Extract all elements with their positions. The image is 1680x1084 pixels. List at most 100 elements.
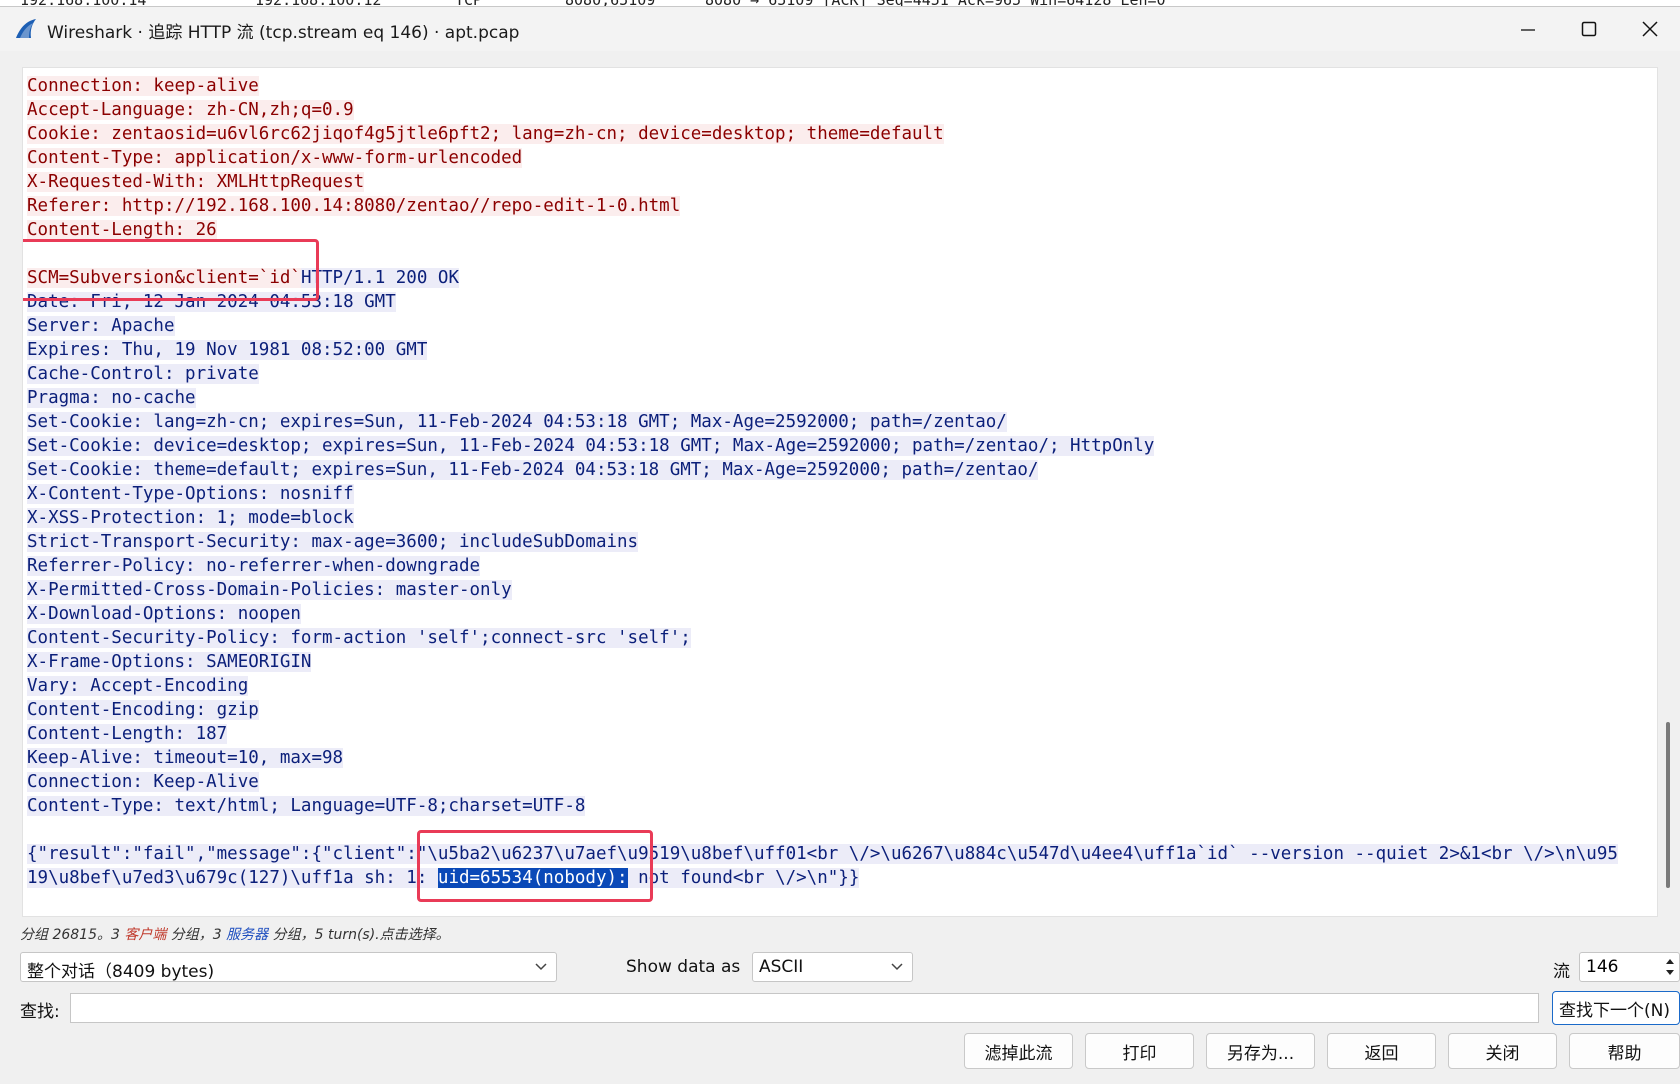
stream-line: X-Frame-Options: SAMEORIGIN — [27, 650, 1618, 674]
client-text: Content-Length: 26 — [27, 220, 217, 240]
save-as-button[interactable]: 另存为... — [1206, 1033, 1315, 1069]
stream-line: Referer: http://192.168.100.14:8080/zent… — [27, 194, 1618, 218]
stream-line: X-Permitted-Cross-Domain-Policies: maste… — [27, 578, 1618, 602]
stream-line: Referrer-Policy: no-referrer-when-downgr… — [27, 554, 1618, 578]
filter-out-stream-button[interactable]: 滤掉此流 — [964, 1033, 1073, 1069]
back-button[interactable]: 返回 — [1327, 1033, 1436, 1069]
stream-line: Cache-Control: private — [27, 362, 1618, 386]
vertical-scrollbar[interactable] — [1666, 722, 1670, 888]
annotation-box-result — [417, 830, 653, 902]
stream-number-spinbox[interactable]: 146 — [1579, 952, 1680, 982]
stream-line: Content-Encoding: gzip — [27, 698, 1618, 722]
close-button[interactable]: 关闭 — [1448, 1033, 1557, 1069]
server-text: X-Download-Options: noopen — [27, 604, 301, 624]
wireshark-fin-icon — [16, 19, 36, 38]
server-text: X-Frame-Options: SAMEORIGIN — [27, 652, 312, 672]
stream-line: X-Requested-With: XMLHttpRequest — [27, 170, 1618, 194]
stream-line: Accept-Language: zh-CN,zh;q=0.9 — [27, 98, 1618, 122]
server-text: Content-Encoding: gzip — [27, 700, 259, 720]
client-packets-link[interactable]: 客户端 — [124, 927, 166, 943]
stream-line: Set-Cookie: lang=zh-cn; expires=Sun, 11-… — [27, 410, 1618, 434]
status-prefix: 分组 26815。3 — [20, 927, 125, 943]
chevron-down-icon — [535, 963, 547, 971]
maximize-button[interactable] — [1559, 7, 1619, 51]
server-text: Content-Type: text/html; Language=UTF-8;… — [27, 796, 586, 816]
server-text: X-Content-Type-Options: nosniff — [27, 484, 354, 504]
stream-line: Content-Length: 187 — [27, 722, 1618, 746]
server-text: X-XSS-Protection: 1; mode=block — [27, 508, 354, 528]
server-text: X-Permitted-Cross-Domain-Policies: maste… — [27, 580, 512, 600]
stream-line: Content-Security-Policy: form-action 'se… — [27, 626, 1618, 650]
stream-content-area[interactable]: Connection: keep-alive Accept-Language: z… — [22, 67, 1658, 917]
stream-text[interactable]: Connection: keep-alive Accept-Language: z… — [27, 74, 1618, 890]
show-data-as-select[interactable]: ASCII — [752, 952, 913, 982]
client-text: X-Requested-With: XMLHttpRequest — [27, 172, 365, 192]
chevron-down-icon — [891, 963, 903, 971]
client-text: Content-Type: application/x-www-form-url… — [27, 148, 523, 168]
conversation-select[interactable]: 整个对话（8409 bytes) — [20, 952, 557, 982]
stream-line: Set-Cookie: device=desktop; expires=Sun,… — [27, 434, 1618, 458]
server-text: Vary: Accept-Encoding — [27, 676, 249, 696]
stream-line: Pragma: no-cache — [27, 386, 1618, 410]
client-text: Accept-Language: zh-CN,zh;q=0.9 — [27, 100, 354, 120]
stream-line: X-Content-Type-Options: nosniff — [27, 482, 1618, 506]
stream-line: Vary: Accept-Encoding — [27, 674, 1618, 698]
annotation-box-request — [23, 239, 319, 301]
server-text: not found<br \/>\n"}} — [627, 868, 860, 888]
server-text: Server: Apache — [27, 316, 175, 336]
show-data-as-label: Show data as — [626, 957, 741, 977]
stream-line: X-Download-Options: noopen — [27, 602, 1618, 626]
server-text: Set-Cookie: theme=default; expires=Sun, … — [27, 460, 1039, 480]
window-title: Wireshark · 追踪 HTTP 流 (tcp.stream eq 146… — [47, 23, 520, 43]
help-button[interactable]: 帮助 — [1569, 1033, 1680, 1069]
stream-line: Content-Type: text/html; Language=UTF-8;… — [27, 794, 1618, 818]
stream-line: Content-Type: application/x-www-form-url… — [27, 146, 1618, 170]
server-text: Expires: Thu, 19 Nov 1981 08:52:00 GMT — [27, 340, 428, 360]
client-text: Referer: http://192.168.100.14:8080/zent… — [27, 196, 681, 216]
minimize-icon — [1521, 29, 1535, 31]
client-text: Connection: keep-alive — [27, 76, 259, 96]
server-text: Cache-Control: private — [27, 364, 259, 384]
stream-line: Expires: Thu, 19 Nov 1981 08:52:00 GMT — [27, 338, 1618, 362]
stream-number-value: 146 — [1586, 957, 1619, 977]
stream-line: Cookie: zentaosid=u6vl6rc62jiqof4g5jtle6… — [27, 122, 1618, 146]
show-data-as-value: ASCII — [759, 957, 804, 977]
server-text: 19\u8bef\u7ed3\u679c(127)\uff1a sh: 1: — [27, 868, 438, 888]
server-text: Content-Length: 187 — [27, 724, 228, 744]
print-button[interactable]: 打印 — [1085, 1033, 1194, 1069]
server-text: HTTP/1.1 200 OK — [300, 268, 459, 288]
stream-number-label: 流 — [1553, 962, 1570, 982]
server-text: Keep-Alive: timeout=10, max=98 — [27, 748, 344, 768]
stream-line: Connection: Keep-Alive — [27, 770, 1618, 794]
server-text: Pragma: no-cache — [27, 388, 196, 408]
stream-line: Connection: keep-alive — [27, 74, 1618, 98]
status-suffix: 分组，5 turn(s).点击选择。 — [268, 927, 450, 943]
stream-line: Set-Cookie: theme=default; expires=Sun, … — [27, 458, 1618, 482]
stream-status: 分组 26815。3 客户端 分组，3 服务器 分组，5 turn(s).点击选… — [20, 924, 450, 944]
maximize-icon — [1581, 21, 1597, 37]
server-text: Set-Cookie: lang=zh-cn; expires=Sun, 11-… — [27, 412, 1007, 432]
server-text: Referrer-Policy: no-referrer-when-downgr… — [27, 556, 481, 576]
stream-line: X-XSS-Protection: 1; mode=block — [27, 506, 1618, 530]
server-text: Strict-Transport-Security: max-age=3600;… — [27, 532, 639, 552]
server-text: Content-Security-Policy: form-action 'se… — [27, 628, 691, 648]
find-next-button[interactable]: 查找下一个(N) — [1552, 991, 1680, 1025]
close-window-button[interactable] — [1620, 7, 1680, 51]
server-packets-link[interactable]: 服务器 — [226, 927, 268, 943]
minimize-button[interactable] — [1498, 7, 1558, 51]
status-mid: 分组，3 — [166, 927, 227, 943]
server-text: {"result":"fail","message":{"client":"\u… — [27, 844, 1618, 864]
find-input[interactable] — [70, 993, 1539, 1023]
server-text: Connection: Keep-Alive — [27, 772, 259, 792]
follow-stream-window: Wireshark · 追踪 HTTP 流 (tcp.stream eq 146… — [0, 6, 1680, 1084]
spin-arrows-icon[interactable] — [1661, 953, 1679, 981]
conversation-select-value: 整个对话（8409 bytes) — [27, 962, 215, 982]
client-text: Cookie: zentaosid=u6vl6rc62jiqof4g5jtle6… — [27, 124, 944, 144]
stream-line — [27, 818, 1618, 842]
stream-line: Server: Apache — [27, 314, 1618, 338]
stream-line: Strict-Transport-Security: max-age=3600;… — [27, 530, 1618, 554]
stream-line: {"result":"fail","message":{"client":"\u… — [27, 842, 1618, 866]
title-bar[interactable]: Wireshark · 追踪 HTTP 流 (tcp.stream eq 146… — [0, 7, 1680, 51]
stream-line: 19\u8bef\u7ed3\u679c(127)\uff1a sh: 1: u… — [27, 866, 1618, 890]
close-icon — [1642, 21, 1658, 37]
